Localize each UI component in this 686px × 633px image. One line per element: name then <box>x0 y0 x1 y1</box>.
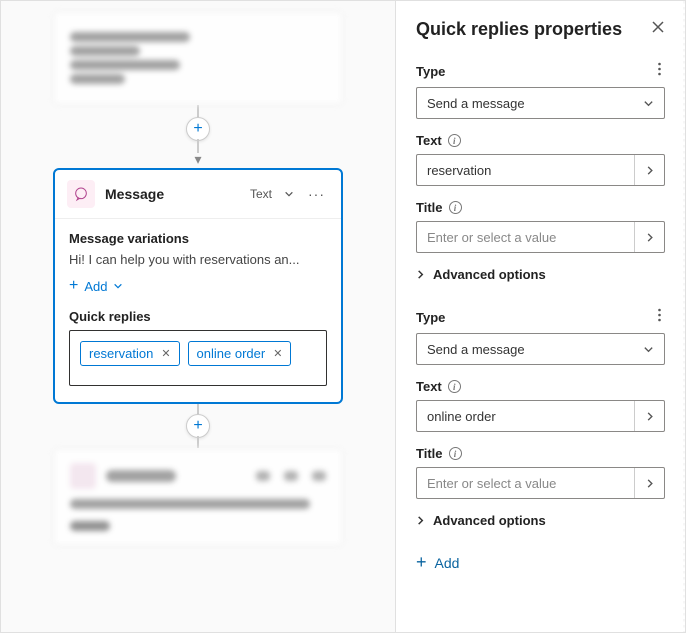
title-label: Title <box>416 446 443 461</box>
text-input-wrap <box>416 154 665 186</box>
advanced-options-toggle[interactable]: Advanced options <box>416 267 665 282</box>
add-node-button[interactable]: + <box>186 414 210 438</box>
node-more-menu[interactable]: ··· <box>304 186 329 202</box>
chevron-right-icon <box>416 269 425 280</box>
chevron-down-icon <box>643 98 654 109</box>
message-node-card[interactable]: Message Text ··· Message variations Hi! … <box>53 168 343 404</box>
advanced-options-toggle[interactable]: Advanced options <box>416 513 665 528</box>
advanced-label: Advanced options <box>433 513 546 528</box>
plus-icon: + <box>69 277 78 295</box>
remove-chip-icon[interactable]: ✕ <box>161 347 170 360</box>
type-select[interactable]: Send a message <box>416 333 665 365</box>
info-icon[interactable]: i <box>448 134 461 147</box>
node-title: Message <box>105 186 240 202</box>
info-icon[interactable]: i <box>448 380 461 393</box>
expand-input-button[interactable] <box>634 401 664 431</box>
type-select[interactable]: Send a message <box>416 87 665 119</box>
variations-label: Message variations <box>69 231 327 246</box>
node-header: Message Text ··· <box>55 170 341 219</box>
panel-title: Quick replies properties <box>416 19 622 40</box>
chevron-down-icon <box>643 344 654 355</box>
title-input[interactable] <box>417 230 634 245</box>
text-input[interactable] <box>417 163 634 178</box>
expand-input-button[interactable] <box>634 155 664 185</box>
text-label: Text <box>416 133 442 148</box>
chevron-right-icon <box>416 515 425 526</box>
title-input[interactable] <box>417 476 634 491</box>
type-value: Send a message <box>427 96 525 111</box>
panel-header: Quick replies properties <box>416 19 665 40</box>
plus-icon: + <box>416 552 427 573</box>
type-label: Type <box>416 310 445 325</box>
chevron-down-icon <box>113 281 123 291</box>
message-icon <box>67 180 95 208</box>
info-icon[interactable]: i <box>449 201 462 214</box>
node-output-type[interactable]: Text <box>250 187 272 201</box>
quick-reply-chip[interactable]: online order ✕ <box>188 341 292 366</box>
quick-replies-label: Quick replies <box>69 309 327 324</box>
connector-line <box>197 436 199 448</box>
item-more-menu[interactable] <box>654 308 665 327</box>
expand-input-button[interactable] <box>634 468 664 498</box>
text-input-wrap <box>416 400 665 432</box>
title-label: Title <box>416 200 443 215</box>
advanced-label: Advanced options <box>433 267 546 282</box>
title-input-wrap <box>416 467 665 499</box>
node-card-blurred-top <box>53 11 343 105</box>
flow-canvas: + ▾ Message Text ··· Message variations … <box>1 1 395 632</box>
panel-add-label: Add <box>435 555 460 571</box>
arrow-down-icon: ▾ <box>1 151 395 168</box>
item-more-menu[interactable] <box>654 62 665 81</box>
close-panel-button[interactable] <box>651 20 665 39</box>
add-node-button[interactable]: + <box>186 117 210 141</box>
variation-preview[interactable]: Hi! I can help you with reservations an.… <box>69 252 327 267</box>
add-quick-reply-button[interactable]: + Add <box>416 552 459 573</box>
properties-panel: Quick replies properties Type Send a mes… <box>395 1 685 632</box>
expand-input-button[interactable] <box>634 222 664 252</box>
chip-label: online order <box>197 346 266 361</box>
add-variation-button[interactable]: + Add <box>69 277 123 295</box>
add-variation-label: Add <box>84 279 107 294</box>
type-value: Send a message <box>427 342 525 357</box>
quick-reply-chip[interactable]: reservation ✕ <box>80 341 180 366</box>
chevron-down-icon[interactable] <box>284 189 294 199</box>
remove-chip-icon[interactable]: ✕ <box>273 347 282 360</box>
title-input-wrap <box>416 221 665 253</box>
node-body: Message variations Hi! I can help you wi… <box>55 219 341 402</box>
text-input[interactable] <box>417 409 634 424</box>
node-card-blurred-bottom <box>53 448 343 546</box>
text-label: Text <box>416 379 442 394</box>
quick-replies-editor[interactable]: reservation ✕ online order ✕ <box>69 330 327 386</box>
chip-label: reservation <box>89 346 153 361</box>
info-icon[interactable]: i <box>449 447 462 460</box>
type-label: Type <box>416 64 445 79</box>
